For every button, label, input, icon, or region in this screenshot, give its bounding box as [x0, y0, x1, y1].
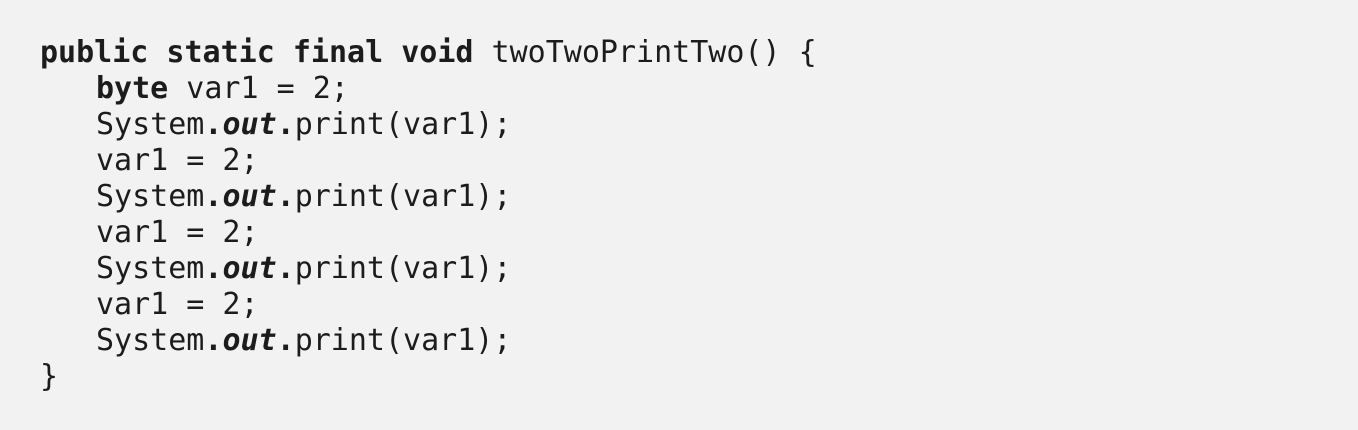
- code-line-7: System.out.print(var1);: [40, 251, 817, 287]
- member-dot: .: [204, 251, 223, 286]
- code-line-4: var1 = 2;: [40, 143, 817, 179]
- member-dot: .: [276, 107, 295, 142]
- member-dot: .: [204, 323, 223, 358]
- code-line-10: }: [40, 359, 817, 395]
- assignment: var1 = 2;: [96, 143, 259, 178]
- code-line-6: var1 = 2;: [40, 215, 817, 251]
- member-dot: .: [276, 323, 295, 358]
- code-line-5: System.out.print(var1);: [40, 179, 817, 215]
- assignment: var1 = 2;: [96, 287, 259, 322]
- print-call: print(var1);: [294, 179, 512, 214]
- system-class: System: [96, 107, 205, 142]
- print-call: print(var1);: [294, 251, 512, 286]
- member-dot: .: [204, 179, 223, 214]
- method-signature: twoTwoPrintTwo() {: [473, 35, 817, 70]
- type-keyword: byte: [96, 71, 169, 106]
- code-block: public static final void twoTwoPrintTwo(…: [40, 35, 817, 395]
- member-dot: .: [276, 251, 295, 286]
- print-call: print(var1);: [294, 323, 512, 358]
- out-field: out: [222, 107, 277, 142]
- system-class: System: [96, 179, 205, 214]
- member-dot: .: [204, 107, 223, 142]
- code-line-3: System.out.print(var1);: [40, 107, 817, 143]
- method-modifiers: public static final void: [40, 35, 474, 70]
- code-line-9: System.out.print(var1);: [40, 323, 817, 359]
- code-line-8: var1 = 2;: [40, 287, 817, 323]
- variable-declaration: var1 = 2;: [168, 71, 349, 106]
- out-field: out: [222, 323, 277, 358]
- system-class: System: [96, 323, 205, 358]
- code-line-2: byte var1 = 2;: [40, 71, 817, 107]
- system-class: System: [96, 251, 205, 286]
- out-field: out: [222, 251, 277, 286]
- assignment: var1 = 2;: [96, 215, 259, 250]
- print-call: print(var1);: [294, 107, 512, 142]
- closing-brace: }: [40, 359, 59, 394]
- out-field: out: [222, 179, 277, 214]
- member-dot: .: [276, 179, 295, 214]
- code-line-1: public static final void twoTwoPrintTwo(…: [40, 35, 817, 71]
